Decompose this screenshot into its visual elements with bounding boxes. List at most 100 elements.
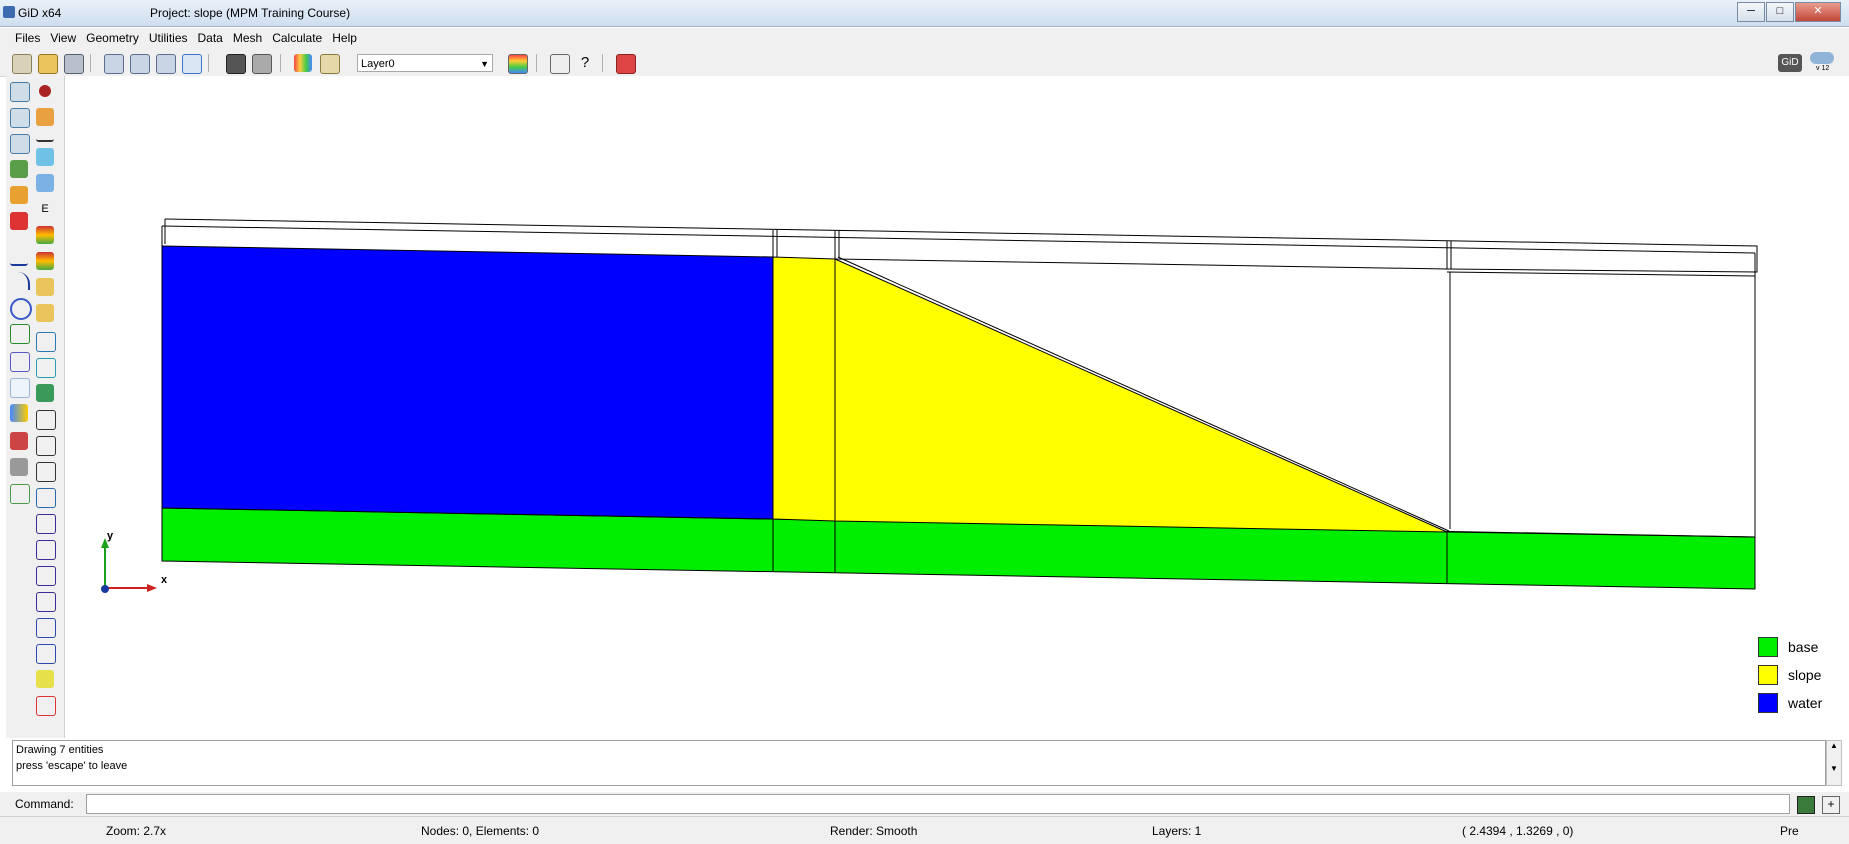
line-icon[interactable] (10, 246, 28, 266)
toolbar-separator (536, 54, 537, 72)
point-icon[interactable] (10, 212, 28, 230)
delete-icon[interactable] (10, 432, 28, 450)
message-area: Drawing 7 entities press 'escape' to lea… (12, 740, 1826, 786)
render-mode-icon[interactable] (10, 186, 28, 204)
geometry-view[interactable] (65, 76, 1849, 738)
toggle-view-icon[interactable] (320, 54, 340, 74)
zoom-in-icon[interactable] (10, 82, 30, 102)
edge-icon[interactable] (36, 410, 56, 430)
legend-item-slope: slope (1758, 661, 1822, 689)
rectangle-icon[interactable] (36, 174, 54, 192)
zoom-out-icon[interactable] (10, 108, 30, 128)
folder-icon[interactable] (36, 278, 54, 296)
status-zoom: Zoom: 2.7x (106, 824, 167, 838)
nurbs-surface-icon[interactable] (10, 352, 30, 372)
pan-icon[interactable] (182, 54, 202, 74)
draw-icon[interactable] (36, 108, 54, 126)
toggle-icon[interactable] (1810, 52, 1834, 64)
chevron-down-icon: ▼ (480, 59, 489, 69)
list-icon[interactable] (10, 458, 28, 476)
polyline-icon[interactable] (10, 324, 30, 344)
redraw-icon[interactable] (10, 160, 28, 178)
layers-icon[interactable] (508, 54, 528, 74)
title-bar: GiD x64 Project: slope (MPM Training Cou… (0, 0, 1849, 27)
eraser-icon[interactable] (36, 148, 54, 166)
command-options-icon[interactable]: + (1822, 796, 1840, 814)
menu-bar: Files View Geometry Utilities Data Mesh Calcul… (0, 28, 1849, 50)
maximize-button[interactable]: □ (1766, 2, 1794, 22)
menu-utilities[interactable]: Utilities (144, 28, 193, 48)
render-icon[interactable] (294, 54, 312, 72)
help-icon[interactable]: ? (576, 54, 594, 72)
menu-view[interactable]: View (45, 28, 81, 48)
menu-mesh[interactable]: Mesh (228, 28, 267, 48)
print-icon[interactable] (252, 54, 272, 74)
path-2-icon[interactable] (36, 462, 56, 482)
left-toolbar: E (6, 76, 65, 738)
mesh-structured-icon[interactable] (36, 592, 56, 612)
command-history-icon[interactable] (1797, 796, 1815, 814)
top-frame-front (161, 225, 1756, 254)
rotate-center-icon[interactable] (130, 54, 150, 74)
create-point-icon[interactable] (39, 85, 51, 97)
minimize-button[interactable]: ─ (1737, 2, 1765, 22)
zoom-frame-icon[interactable] (10, 134, 30, 154)
menu-data[interactable]: Data (193, 28, 228, 48)
layers-stack-2-icon[interactable] (36, 252, 54, 270)
mesh-tri-icon[interactable] (36, 540, 56, 560)
path-icon[interactable] (36, 436, 56, 456)
menu-geometry[interactable]: Geometry (81, 28, 144, 48)
save-icon[interactable] (64, 54, 84, 74)
divide-icon[interactable] (36, 644, 56, 664)
open-folder-icon[interactable] (38, 54, 58, 74)
slope-column-surface[interactable] (772, 256, 836, 522)
gid-badge[interactable]: GiD (1778, 54, 1802, 72)
edit-icon[interactable] (550, 54, 570, 74)
intersect-icon[interactable] (36, 488, 56, 508)
layer-select[interactable]: Layer0 ▼ (357, 54, 493, 72)
app-title: GiD x64 (18, 6, 62, 20)
volume-icon[interactable] (10, 378, 30, 398)
surface-mesh-icon[interactable] (36, 332, 56, 352)
mark-icon[interactable] (36, 670, 54, 688)
entity-e-icon[interactable]: E (36, 200, 54, 218)
water-surface[interactable] (161, 245, 774, 520)
status-bar: Zoom: 2.7x Nodes: 0, Elements: 0 Render:… (0, 816, 1849, 844)
exit-icon[interactable] (616, 54, 636, 74)
unassign-icon[interactable] (36, 696, 56, 716)
message-scrollbar[interactable]: ▲ ▼ (1826, 740, 1842, 786)
circle-icon[interactable] (10, 298, 32, 320)
close-button[interactable]: ✕ (1795, 2, 1841, 22)
arc-icon[interactable] (10, 272, 30, 290)
status-layers: Layers: 1 (1152, 824, 1202, 838)
slope-triangle-surface[interactable] (834, 258, 1448, 533)
menu-calculate[interactable]: Calculate (267, 28, 327, 48)
axes-indicator: y x (95, 530, 175, 605)
command-row: Command: + (0, 792, 1849, 816)
folder-open-icon[interactable] (36, 304, 54, 322)
mesh-quad-icon[interactable] (36, 514, 56, 534)
legend-item-base: base (1758, 633, 1822, 661)
sweep-icon[interactable] (36, 384, 54, 402)
status-render: Render: Smooth (830, 824, 918, 838)
graphics-canvas[interactable]: y x base slope water (65, 76, 1849, 738)
command-input[interactable] (86, 794, 1790, 814)
scroll-up-icon[interactable]: ▲ (1827, 741, 1841, 750)
layers-stack-icon[interactable] (36, 226, 54, 244)
rotate-screen-icon[interactable] (156, 54, 176, 74)
surface-mesh-2-icon[interactable] (36, 358, 56, 378)
rotate-icon[interactable] (104, 54, 124, 74)
mesh-edit-icon[interactable] (36, 566, 56, 586)
new-file-icon[interactable] (12, 54, 32, 74)
line-tool-icon[interactable] (36, 134, 54, 142)
version-label: v 12 (1816, 65, 1830, 72)
copy-icon[interactable] (10, 484, 30, 504)
object-icon[interactable] (10, 404, 28, 422)
status-mode: Pre (1780, 824, 1799, 838)
collapse-icon[interactable] (36, 618, 56, 638)
menu-files[interactable]: Files (10, 28, 45, 48)
menu-help[interactable]: Help (327, 28, 362, 48)
camera-icon[interactable] (226, 54, 246, 74)
toolbar-separator (602, 54, 603, 72)
scroll-down-icon[interactable]: ▼ (1827, 764, 1841, 773)
